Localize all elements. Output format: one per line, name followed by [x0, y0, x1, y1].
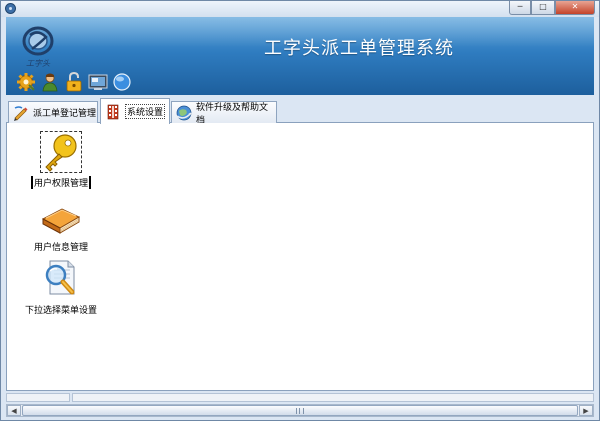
settings-panel: 用户权限管理 用户信息管理 下拉选择菜单设置: [6, 123, 594, 391]
book-icon: [41, 208, 81, 234]
item-icon-frame: [40, 258, 82, 300]
header-banner: 工字头 工字头派工单管理系统: [6, 17, 594, 95]
screen-icon[interactable]: [88, 72, 108, 92]
globe-arrow-icon: [176, 105, 192, 120]
company-logo-icon: 工字头: [22, 26, 54, 68]
item-label: 下拉选择菜单设置: [24, 306, 97, 316]
magnifier-document-icon: [45, 260, 75, 295]
user-info-management-item[interactable]: 用户信息管理: [6, 195, 116, 253]
user-icon[interactable]: [40, 72, 60, 92]
tab-label: 派工单登记管理: [33, 109, 97, 119]
status-bar: [6, 393, 594, 402]
svg-text:工字头: 工字头: [26, 59, 51, 68]
item-icon-frame: [40, 131, 82, 173]
film-settings-icon: [107, 104, 119, 119]
tab-label: 软件升级及帮助文档: [196, 102, 269, 126]
tab-dispatch-register[interactable]: 派工单登记管理: [8, 101, 98, 123]
gear-icon[interactable]: [16, 72, 36, 92]
dropdown-menu-settings-item[interactable]: 下拉选择菜单设置: [6, 258, 116, 316]
item-icon-frame: [40, 195, 82, 237]
tab-label: 系统设置: [125, 104, 166, 119]
close-button[interactable]: ✕: [555, 1, 595, 15]
quick-toolbar: [16, 72, 132, 92]
item-label: 用户权限管理: [30, 176, 91, 189]
horizontal-scrollbar[interactable]: ◀ ▶: [6, 404, 594, 417]
app-window: ─ □ ✕ 工字头 工字头派工单管理系统 派工单登记管理 系统设置 软件升级及帮…: [0, 0, 600, 421]
key-icon: [45, 134, 77, 172]
scroll-right-button[interactable]: ▶: [579, 405, 593, 416]
tab-upgrade-help[interactable]: 软件升级及帮助文档: [171, 101, 277, 126]
grip-icon: [296, 408, 304, 414]
scroll-left-button[interactable]: ◀: [7, 405, 21, 416]
status-panel: [6, 393, 70, 402]
item-label: 用户信息管理: [33, 243, 88, 253]
permission-management-item[interactable]: 用户权限管理: [6, 131, 116, 189]
window-controls: ─ □ ✕: [509, 1, 595, 15]
minimize-button[interactable]: ─: [509, 1, 531, 15]
globe-icon[interactable]: [112, 72, 132, 92]
tab-strip: 派工单登记管理 系统设置 软件升级及帮助文档: [6, 98, 594, 126]
lock-icon[interactable]: [64, 72, 84, 92]
edit-icon: [14, 105, 28, 121]
scroll-thumb[interactable]: [22, 405, 578, 416]
status-panel: [72, 393, 594, 402]
tab-system-settings[interactable]: 系统设置: [100, 98, 170, 124]
maximize-button[interactable]: □: [531, 1, 555, 15]
app-title: 工字头派工单管理系统: [264, 38, 454, 59]
title-bar[interactable]: ─ □ ✕: [1, 1, 599, 17]
app-icon[interactable]: [5, 3, 16, 14]
